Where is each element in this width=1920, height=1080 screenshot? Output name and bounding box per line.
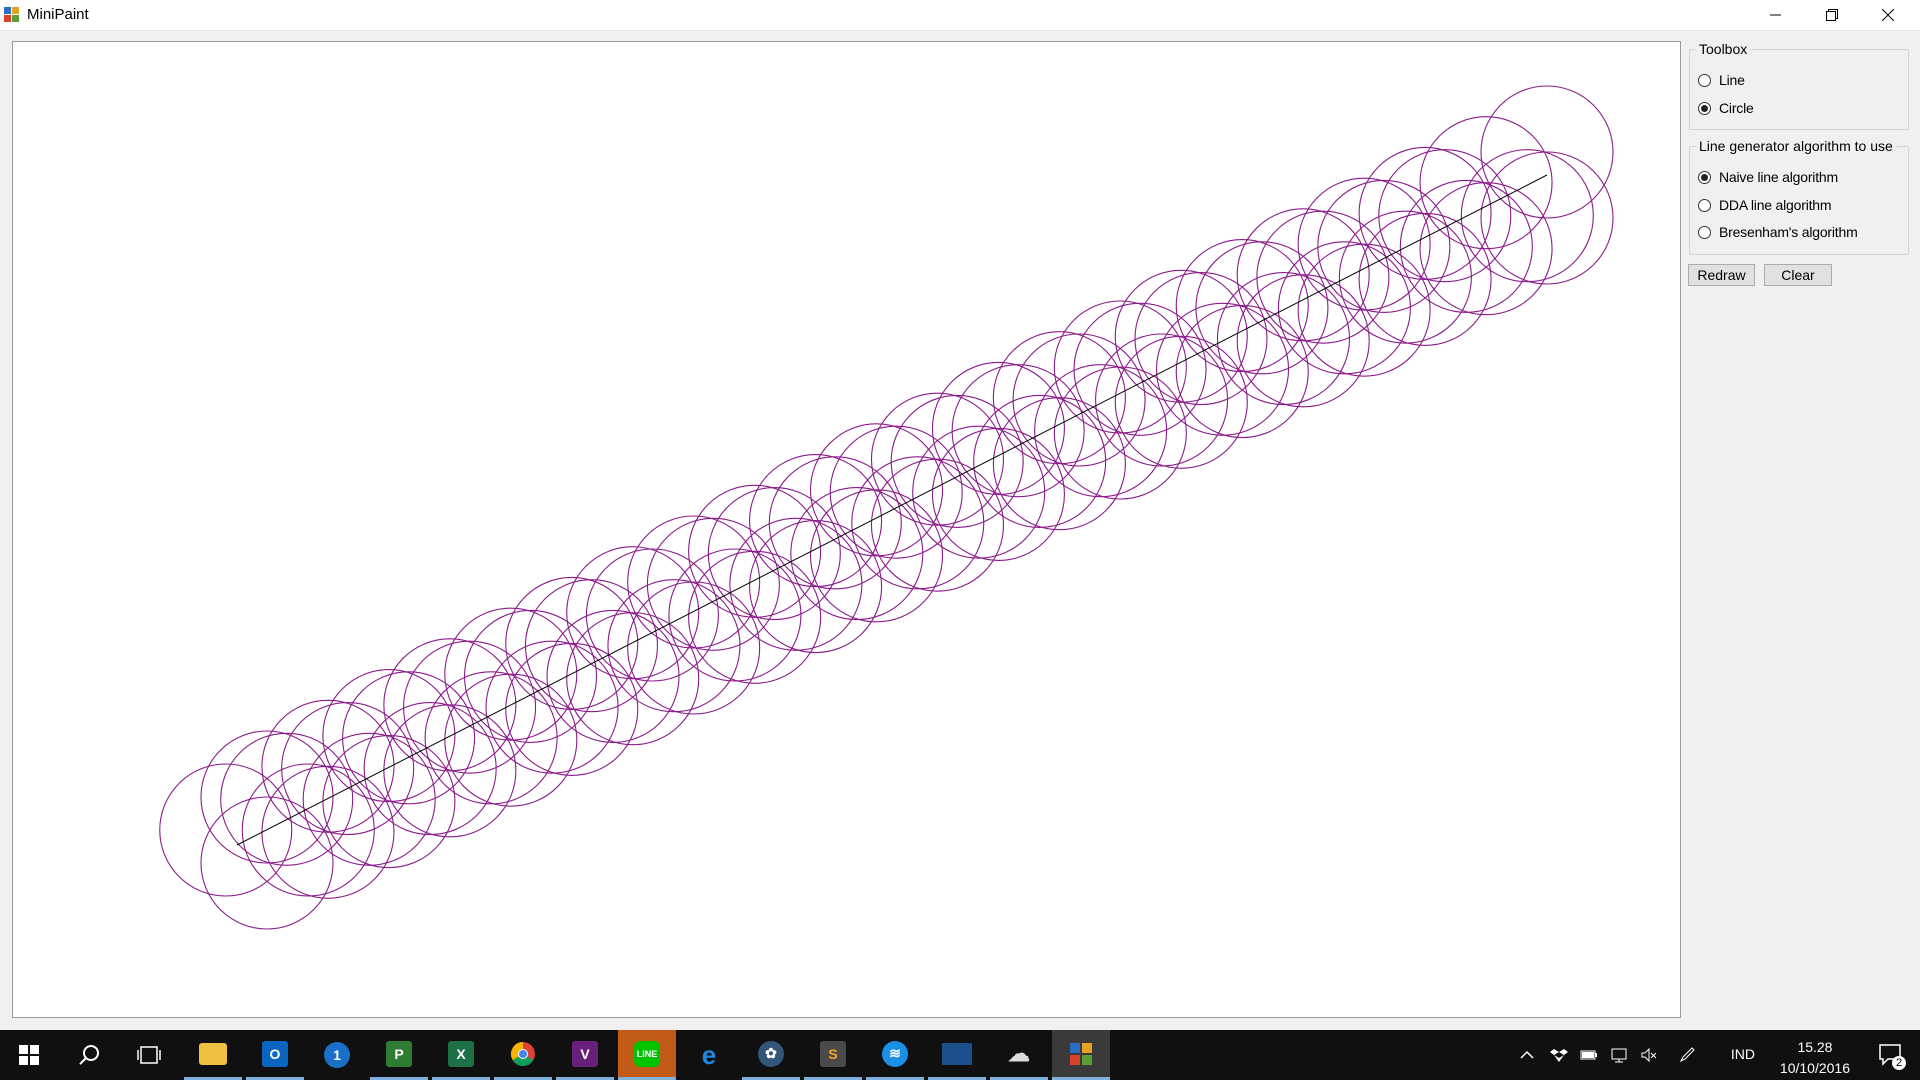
window-icon <box>942 1042 972 1065</box>
notification-count: 2 <box>1892 1056 1906 1070</box>
excel-icon: X <box>448 1040 474 1067</box>
search-icon <box>79 1045 99 1065</box>
outlook-icon: O <box>262 1040 288 1067</box>
title-bar: MiniPaint <box>0 0 1920 31</box>
clock-date: 10/10/2016 <box>1779 1060 1850 1076</box>
taskbar-project[interactable]: P <box>370 1030 428 1080</box>
toolbox-group: Toolbox Line Circle <box>1689 41 1909 130</box>
drawn-circle <box>159 763 293 897</box>
app-icon-taskbar: ✿ <box>758 1040 784 1067</box>
radio-naive[interactable]: Naive line algorithm <box>1698 169 1838 185</box>
start-icon <box>19 1045 39 1065</box>
radio-naive-indicator[interactable] <box>1698 170 1711 184</box>
radio-dda-indicator[interactable] <box>1698 198 1711 212</box>
restore-button[interactable] <box>1804 0 1860 30</box>
drawn-line <box>236 174 1548 846</box>
battery-icon[interactable] <box>1580 1046 1598 1064</box>
clock-time: 15.28 <box>1797 1039 1833 1055</box>
taskbar-app[interactable]: ✿ <box>742 1030 800 1080</box>
visual-studio-icon: V <box>572 1040 598 1067</box>
taskbar-line[interactable]: LINE <box>618 1030 676 1080</box>
wifi-app-icon: ≋ <box>882 1040 908 1067</box>
radio-line[interactable]: Line <box>1698 72 1745 88</box>
taskbar-excel[interactable]: X <box>432 1030 490 1080</box>
minipaint-icon <box>1070 1042 1092 1065</box>
taskbar-visual-studio[interactable]: V <box>556 1030 614 1080</box>
toolbox-title: Toolbox <box>1696 41 1751 57</box>
taskbar-file-explorer[interactable] <box>184 1030 242 1080</box>
network-icon[interactable] <box>1610 1046 1628 1064</box>
1password-icon: 1 <box>324 1042 350 1068</box>
input-language[interactable]: IND <box>1731 1046 1755 1062</box>
taskbar-minipaint[interactable] <box>1052 1030 1110 1080</box>
algorithm-title: Line generator algorithm to use <box>1696 138 1896 154</box>
radio-naive-label: Naive line algorithm <box>1719 169 1838 185</box>
action-center-button[interactable]: 2 <box>1878 1042 1906 1070</box>
minimize-icon <box>1770 14 1781 16</box>
taskbar-window[interactable] <box>928 1030 986 1080</box>
app-icon <box>4 7 19 22</box>
chevron-up-icon[interactable] <box>1518 1046 1536 1064</box>
close-button[interactable] <box>1860 0 1916 30</box>
radio-dda[interactable]: DDA line algorithm <box>1698 197 1832 213</box>
clear-button[interactable]: Clear <box>1764 264 1832 286</box>
line-messenger-icon: LINE <box>634 1040 660 1067</box>
restore-icon <box>1826 9 1838 21</box>
sublime-text-icon: S <box>820 1040 846 1067</box>
volume-muted-icon[interactable] <box>1640 1046 1658 1064</box>
radio-circle-label: Circle <box>1719 100 1754 116</box>
task-view-icon <box>137 1046 161 1064</box>
cloud-app-icon: ☁ <box>1008 1040 1030 1066</box>
minimize-button[interactable] <box>1748 0 1804 30</box>
radio-line-label: Line <box>1719 72 1745 88</box>
window-title: MiniPaint <box>27 6 89 23</box>
taskbar-1password[interactable]: 1 <box>308 1030 366 1080</box>
project-icon: P <box>386 1040 412 1067</box>
chrome-icon <box>510 1041 535 1066</box>
taskbar-chrome[interactable] <box>494 1030 552 1080</box>
taskbar-cloud-app[interactable]: ☁ <box>990 1030 1048 1080</box>
drawing-surface[interactable] <box>13 42 1680 1017</box>
radio-circle[interactable]: Circle <box>1698 100 1754 116</box>
search-button[interactable] <box>60 1030 118 1080</box>
radio-bresenham-label: Bresenham's algorithm <box>1719 224 1858 240</box>
file-explorer-icon <box>199 1042 227 1065</box>
drawing-canvas[interactable] <box>12 41 1681 1018</box>
taskbar-wifi-app[interactable]: ≋ <box>866 1030 924 1080</box>
taskbar-edge[interactable]: e <box>680 1030 738 1080</box>
clock[interactable]: 15.28 10/10/2016 <box>1780 1037 1850 1079</box>
taskbar-sublime[interactable]: S <box>804 1030 862 1080</box>
radio-bresenham-indicator[interactable] <box>1698 225 1711 239</box>
radio-dda-label: DDA line algorithm <box>1719 197 1832 213</box>
dropbox-icon[interactable] <box>1550 1046 1568 1064</box>
radio-line-indicator[interactable] <box>1698 73 1711 87</box>
task-view-button[interactable] <box>120 1030 178 1080</box>
system-tray: IND 15.28 10/10/2016 2 <box>1520 1030 1920 1080</box>
algorithm-group: Line generator algorithm to use Naive li… <box>1689 138 1909 255</box>
taskbar: O 1 P X V LINE e ✿ S ≋ ☁ IND 15.28 10/10… <box>0 1030 1920 1080</box>
radio-bresenham[interactable]: Bresenham's algorithm <box>1698 224 1858 240</box>
edge-icon: e <box>701 1039 717 1070</box>
taskbar-outlook[interactable]: O <box>246 1030 304 1080</box>
start-button[interactable] <box>0 1030 58 1080</box>
redraw-button[interactable]: Redraw <box>1688 264 1755 286</box>
radio-circle-indicator[interactable] <box>1698 101 1711 115</box>
pen-icon[interactable] <box>1678 1046 1696 1064</box>
close-icon <box>1882 9 1894 21</box>
circle-layer <box>159 85 1614 930</box>
